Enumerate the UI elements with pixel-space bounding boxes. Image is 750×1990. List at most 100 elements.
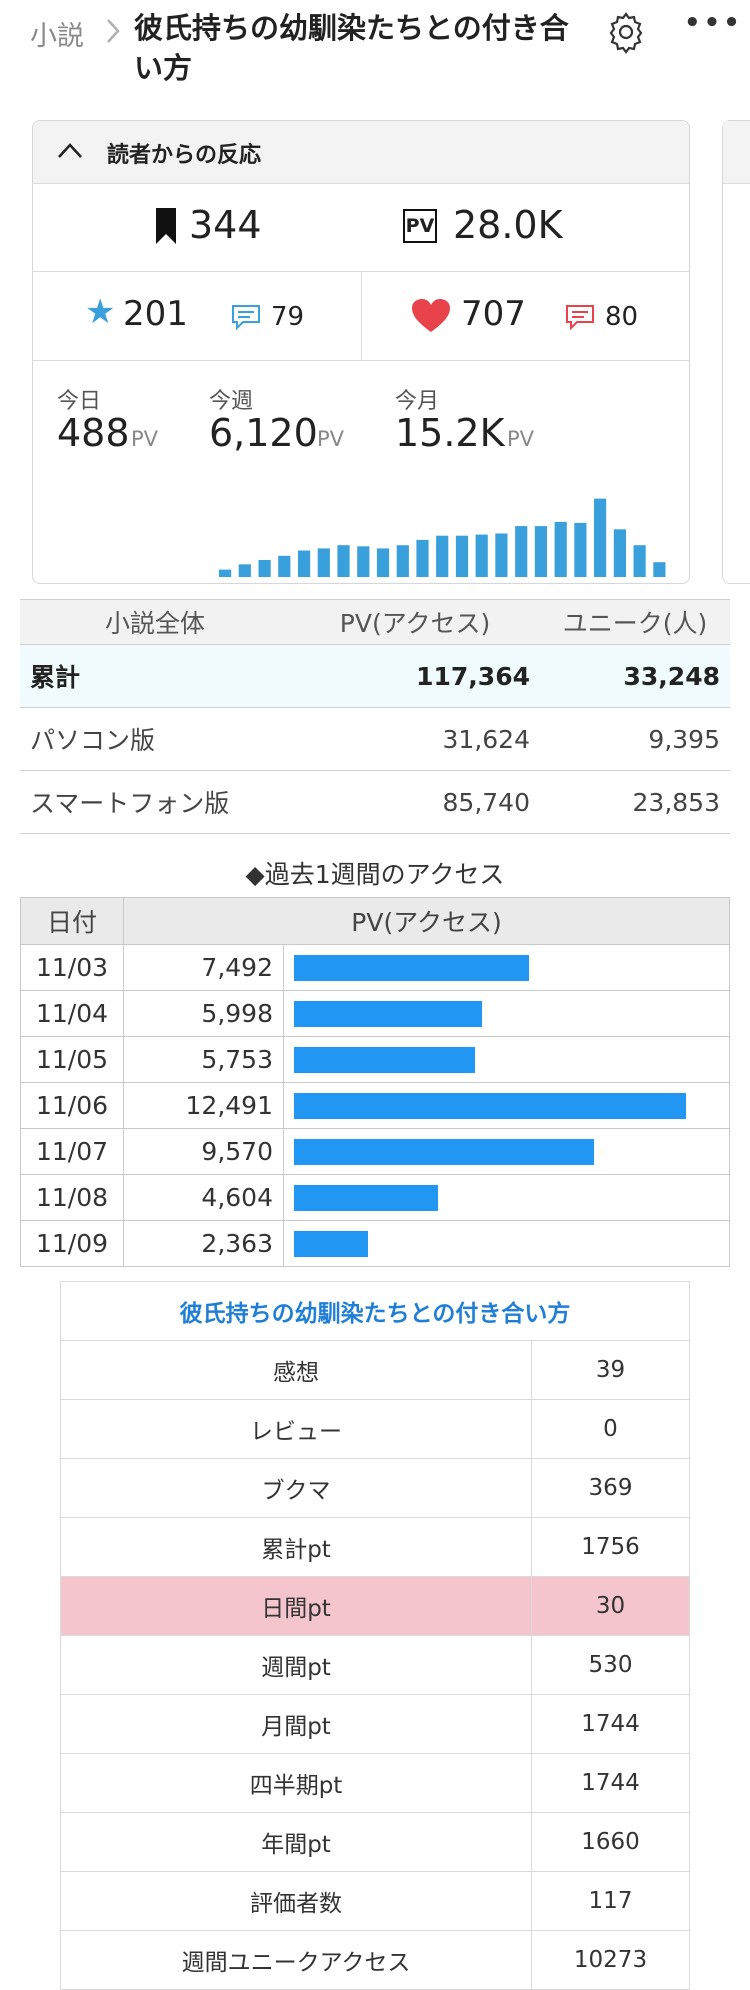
pv-bar xyxy=(294,1230,368,1257)
mini-chart-bar xyxy=(298,550,311,577)
pv-cell: 9,570 xyxy=(123,1128,284,1175)
today-unit: PV xyxy=(131,427,159,451)
table-row: 11/03 7,492 xyxy=(20,944,730,991)
bar-cell xyxy=(283,944,730,991)
page-title: 彼氏持ちの幼馴染たちとの付き合い方 xyxy=(134,11,569,85)
ranking-value: 1744 xyxy=(531,1694,690,1754)
ranking-row: 月間pt 1744 xyxy=(60,1694,690,1754)
mini-chart-bar xyxy=(278,555,291,577)
next-card-edge[interactable] xyxy=(722,120,750,584)
table-row-smartphone: スマートフォン版 85,740 23,853 xyxy=(20,770,730,834)
pv-cell: 12,491 xyxy=(123,1082,284,1129)
ranking-label: 年間pt xyxy=(60,1812,532,1872)
bar-cell xyxy=(283,1036,730,1083)
row-pv: 117,364 xyxy=(290,644,540,708)
ranking-row: 感想 39 xyxy=(60,1340,690,1400)
heart-count: 707 xyxy=(461,294,526,334)
pv-cell: 4,604 xyxy=(123,1174,284,1221)
col-header-pv: PV(アクセス) xyxy=(290,599,540,645)
ranking-row: ブクマ 369 xyxy=(60,1458,690,1518)
mini-chart-bar xyxy=(633,545,646,577)
heart-comment-count: 80 xyxy=(605,302,639,332)
pv-cell: 5,753 xyxy=(123,1036,284,1083)
breadcrumb-novel[interactable]: 小説 xyxy=(30,14,84,53)
row-pv: 85,740 xyxy=(290,770,540,834)
bar-cell xyxy=(283,1220,730,1267)
ranking-label: 感想 xyxy=(60,1340,532,1400)
pv-total: 28.0K xyxy=(453,203,563,247)
mini-chart-bar xyxy=(574,522,587,577)
ranking-value: 1660 xyxy=(531,1812,690,1872)
week-unit: PV xyxy=(317,427,345,451)
mini-chart-bar xyxy=(258,560,271,577)
ranking-row: レビュー 0 xyxy=(60,1399,690,1459)
reaction-row-ratings: ★ 201 79 707 80 xyxy=(33,272,689,361)
date-cell: 11/06 xyxy=(20,1082,124,1129)
comment-icon xyxy=(566,305,594,330)
pv-cell: 5,998 xyxy=(123,990,284,1037)
row-label: 累計 xyxy=(20,644,290,708)
mini-chart-bar xyxy=(475,534,488,577)
row-label: パソコン版 xyxy=(20,707,290,771)
star-icon: ★ xyxy=(85,292,116,332)
col-header-novel: 小説全体 xyxy=(20,599,290,645)
heart-icon xyxy=(412,299,450,332)
gear-icon[interactable] xyxy=(604,10,648,54)
star-comment-count: 79 xyxy=(271,302,305,332)
ranking-title-row: 彼氏持ちの幼馴染たちとの付き合い方 xyxy=(60,1281,690,1341)
mini-chart-bar xyxy=(653,562,666,577)
table-row: 11/08 4,604 xyxy=(20,1174,730,1221)
row-unique: 23,853 xyxy=(540,770,730,834)
row-unique: 33,248 xyxy=(540,644,730,708)
ranking-value: 530 xyxy=(531,1635,690,1695)
pv-bar xyxy=(294,1092,686,1119)
month-unit: PV xyxy=(507,427,535,451)
novel-total-table: 小説全体 PV(アクセス) ユニーク(人) 累計 117,364 33,248 … xyxy=(20,599,730,834)
table-row: 11/06 12,491 xyxy=(20,1082,730,1129)
weekly-access-table: 日付 PV(アクセス) 11/03 7,492 11/04 5,998 11/05 5,7… xyxy=(20,897,730,1267)
mini-chart-bar xyxy=(416,539,429,577)
table-row-total: 累計 117,364 33,248 xyxy=(20,644,730,708)
ranking-label: 月間pt xyxy=(60,1694,532,1754)
mini-chart-bar xyxy=(515,526,528,577)
mini-chart-bar xyxy=(534,526,547,577)
ranking-row: 年間pt 1660 xyxy=(60,1812,690,1872)
table-row-pc: パソコン版 31,624 9,395 xyxy=(20,707,730,771)
mini-chart-bar xyxy=(357,546,370,577)
table-header-row: 日付 PV(アクセス) xyxy=(20,897,730,945)
reaction-card-header[interactable]: 読者からの反応 xyxy=(33,121,689,184)
today-value: 488 xyxy=(57,411,130,455)
ranking-novel-title[interactable]: 彼氏持ちの幼馴染たちとの付き合い方 xyxy=(60,1281,690,1341)
ranking-label: 四半期pt xyxy=(60,1753,532,1813)
mini-pv-chart xyxy=(219,498,666,577)
mini-chart-bar xyxy=(495,533,508,577)
next-card-header xyxy=(723,121,750,184)
ranking-stats-table: 彼氏持ちの幼馴染たちとの付き合い方 感想 39 レビュー 0 ブクマ 369 累計pt 175… xyxy=(60,1281,690,1990)
reader-reaction-card: 読者からの反応 344 PV 28.0K ★ 201 79 707 80 今日 … xyxy=(32,120,690,584)
mini-chart-bar xyxy=(337,545,350,577)
row-unique: 9,395 xyxy=(540,707,730,771)
mini-chart-bar xyxy=(219,569,232,577)
mini-chart-bar xyxy=(238,564,251,577)
date-cell: 11/07 xyxy=(20,1128,124,1175)
pv-cell: 2,363 xyxy=(123,1220,284,1267)
bar-cell xyxy=(283,1174,730,1221)
bookmark-icon xyxy=(156,208,176,244)
table-row: 11/09 2,363 xyxy=(20,1220,730,1267)
pv-bar xyxy=(294,1046,475,1073)
ranking-value: 1756 xyxy=(531,1517,690,1577)
date-cell: 11/08 xyxy=(20,1174,124,1221)
table-header-row: 小説全体 PV(アクセス) ユニーク(人) xyxy=(20,599,730,645)
ranking-value: 0 xyxy=(531,1399,690,1459)
ranking-label: 週間pt xyxy=(60,1635,532,1695)
chevron-up-icon[interactable] xyxy=(55,139,85,161)
divider xyxy=(361,272,362,360)
pv-bar xyxy=(294,1000,482,1027)
mini-chart-bar xyxy=(376,548,390,577)
month-value: 15.2K xyxy=(395,411,505,455)
ranking-label: レビュー xyxy=(60,1399,532,1459)
ranking-label: ブクマ xyxy=(60,1458,532,1518)
table-row: 11/07 9,570 xyxy=(20,1128,730,1175)
more-menu-icon[interactable]: ••• xyxy=(684,8,740,52)
ranking-row: 評価者数 117 xyxy=(60,1871,690,1931)
